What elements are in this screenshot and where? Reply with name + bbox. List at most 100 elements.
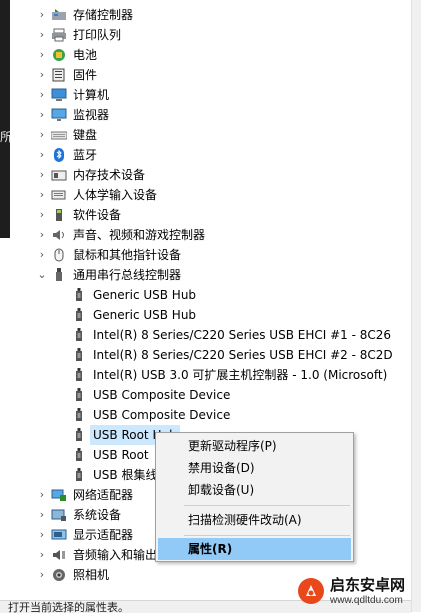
tree-item-label: 键盘 [73,128,98,142]
menu-item-scan-hardware[interactable]: 扫描检测硬件改动(A) [158,509,351,531]
display-adapter-icon [51,528,67,542]
status-text: 打开当前选择的属性表。 [8,601,129,613]
chevron-right-icon[interactable]: › [36,125,48,145]
tree-category[interactable]: › 监视器 [10,105,411,125]
tree-item-label: 网络适配器 [73,488,134,502]
usb-device-icon [71,308,87,322]
background-window-edge: 所 [0,0,10,238]
tree-item-label: 软件设备 [73,208,122,222]
chevron-right-icon[interactable]: › [36,65,48,85]
usb-device-item[interactable]: Intel(R) USB 3.0 可扩展主机控制器 - 1.0 (Microso… [10,365,411,385]
menu-item-disable-device[interactable]: 禁用设备(D) [158,457,351,479]
chevron-down-icon[interactable]: ⌄ [36,265,48,285]
chevron-right-icon[interactable]: › [36,565,48,585]
menu-item-update-driver[interactable]: 更新驱动程序(P) [158,435,351,457]
usb-device-icon [71,368,87,382]
hid-icon [51,188,67,202]
chevron-right-icon[interactable]: › [36,225,48,245]
tree-item-label: 照相机 [73,568,110,582]
system-device-icon [51,508,67,522]
bluetooth-icon [51,148,67,162]
chevron-right-icon[interactable]: › [36,545,48,565]
watermark-logo-icon [298,578,324,604]
tree-item-label: Intel(R) USB 3.0 可扩展主机控制器 - 1.0 (Microso… [93,368,388,382]
usb-device-icon [71,328,87,342]
tree-category[interactable]: › 软件设备 [10,205,411,225]
tree-category[interactable]: › 打印队列 [10,25,411,45]
chevron-right-icon[interactable]: › [36,45,48,65]
tree-item-label: USB Composite Device [93,408,231,422]
chevron-right-icon[interactable]: › [36,145,48,165]
tree-item-label: 固件 [73,68,98,82]
tree-item-label: USB Root [93,448,149,462]
tree-item-label: 系统设备 [73,508,122,522]
tree-item-label: 人体学输入设备 [73,188,158,202]
tree-category[interactable]: › 电池 [10,45,411,65]
chevron-right-icon[interactable]: › [36,165,48,185]
tree-category[interactable]: › 内存技术设备 [10,165,411,185]
tree-category[interactable]: › 鼠标和其他指针设备 [10,245,411,265]
context-menu: 更新驱动程序(P) 禁用设备(D) 卸载设备(U) 扫描检测硬件改动(A) 属性… [155,432,354,562]
chevron-right-icon[interactable]: › [36,185,48,205]
background-window-text: 所 [0,130,10,144]
storage-controller-icon [51,8,67,22]
chevron-right-icon[interactable]: › [36,25,48,45]
tree-category[interactable]: › 键盘 [10,125,411,145]
menu-separator [184,505,350,506]
usb-device-icon [71,468,87,482]
sound-icon [51,228,67,242]
usb-device-item[interactable]: USB Composite Device [10,405,411,425]
chevron-right-icon[interactable]: › [36,205,48,225]
mouse-icon [51,248,67,262]
watermark-url: www.qdltdu.com [330,595,403,606]
menu-item-uninstall-device[interactable]: 卸载设备(U) [158,479,351,501]
tree-item-label: 内存技术设备 [73,168,146,182]
tree-item-label: Generic USB Hub [93,288,197,302]
camera-icon [51,568,67,582]
tree-item-label: 通用串行总线控制器 [73,268,182,282]
printer-icon [51,28,67,42]
tree-item-label: 监视器 [73,108,110,122]
tree-item-label: Intel(R) 8 Series/C220 Series USB EHCI #… [93,328,392,342]
chevron-right-icon[interactable]: › [36,245,48,265]
tree-category[interactable]: › 人体学输入设备 [10,185,411,205]
chevron-right-icon[interactable]: › [36,525,48,545]
chevron-right-icon[interactable]: › [36,505,48,525]
usb-device-icon [71,448,87,462]
battery-icon [51,48,67,62]
tree-item-label: 蓝牙 [73,148,98,162]
tree-category[interactable]: › 固件 [10,65,411,85]
tree-category[interactable]: › 存储控制器 [10,5,411,25]
usb-device-item[interactable]: Intel(R) 8 Series/C220 Series USB EHCI #… [10,345,411,365]
tree-item-label: 计算机 [73,88,110,102]
watermark: 启东安卓网 www.qdltdu.com [296,574,416,610]
usb-device-icon [71,288,87,302]
usb-device-item[interactable]: Generic USB Hub [10,285,411,305]
usb-device-item[interactable]: Generic USB Hub [10,305,411,325]
usb-controller-icon [51,268,67,282]
tree-item-label: USB Composite Device [93,388,231,402]
chevron-right-icon[interactable]: › [36,85,48,105]
tree-item-label: 显示适配器 [73,528,134,542]
tree-item-label: 鼠标和其他指针设备 [73,248,182,262]
usb-device-icon [71,388,87,402]
tree-item-label: Intel(R) 8 Series/C220 Series USB EHCI #… [93,348,393,362]
menu-separator [184,535,350,536]
tree-category-usb[interactable]: ⌄ 通用串行总线控制器 [10,265,411,285]
usb-device-item[interactable]: USB Composite Device [10,385,411,405]
audio-io-icon [51,548,67,562]
menu-item-properties[interactable]: 属性(R) [158,538,351,560]
usb-device-icon [71,348,87,362]
chevron-right-icon[interactable]: › [36,105,48,125]
chevron-right-icon[interactable]: › [36,5,48,25]
vertical-scrollbar[interactable] [411,0,421,612]
tree-item-label: 声音、视频和游戏控制器 [73,228,206,242]
monitor-icon [51,108,67,122]
tree-category[interactable]: › 声音、视频和游戏控制器 [10,225,411,245]
tree-category[interactable]: › 计算机 [10,85,411,105]
tree-item-label: 存储控制器 [73,8,134,22]
usb-device-item[interactable]: Intel(R) 8 Series/C220 Series USB EHCI #… [10,325,411,345]
keyboard-icon [50,128,68,142]
tree-category[interactable]: › 蓝牙 [10,145,411,165]
chevron-right-icon[interactable]: › [36,485,48,505]
